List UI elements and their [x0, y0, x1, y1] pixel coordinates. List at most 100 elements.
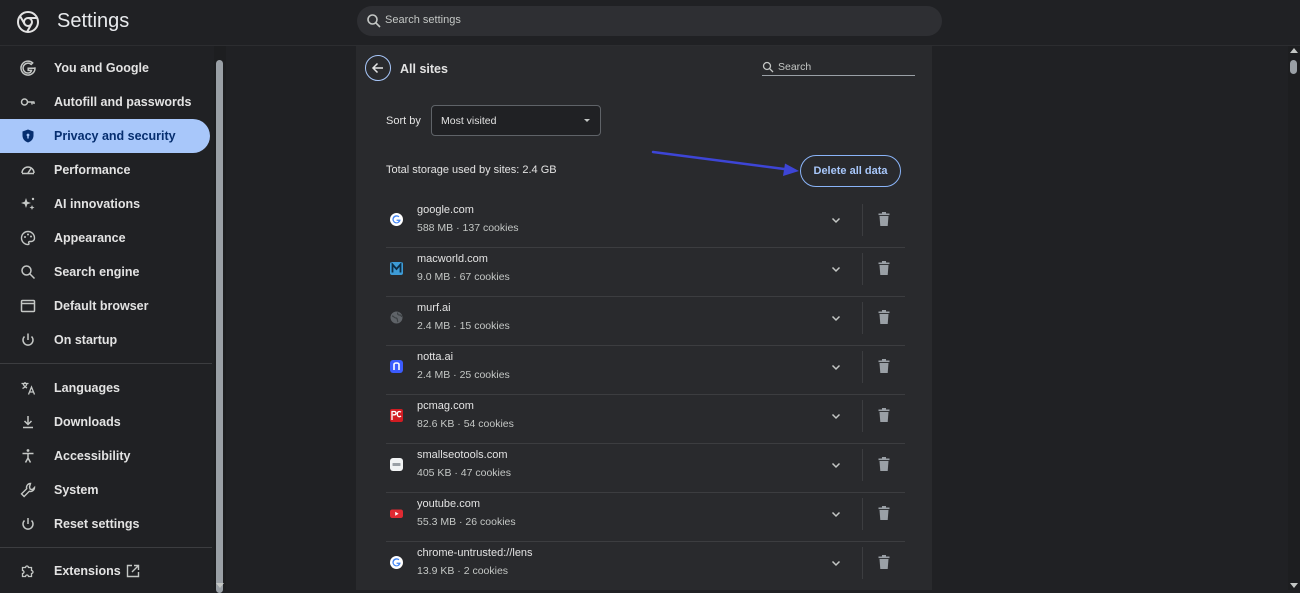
- sidebar-item-privacy[interactable]: Privacy and security: [0, 119, 210, 153]
- notta-favicon: [390, 360, 403, 373]
- chevron-down-icon[interactable]: [830, 508, 842, 520]
- annotation-arrow: [651, 150, 799, 176]
- site-search-input[interactable]: Search: [762, 60, 915, 76]
- page-title: All sites: [400, 62, 448, 76]
- trash-icon[interactable]: [878, 310, 890, 324]
- trash-icon[interactable]: [878, 506, 890, 520]
- sidebar-item-label: You and Google: [54, 61, 149, 75]
- page-scrollbar-thumb[interactable]: [1290, 60, 1297, 74]
- pcmag-favicon: [390, 409, 403, 422]
- sidebar-item-label: Search engine: [54, 265, 140, 279]
- row-separator: [862, 204, 863, 236]
- chevron-down-icon[interactable]: [830, 312, 842, 324]
- chevron-down-icon[interactable]: [830, 410, 842, 422]
- sidebar-scrollbar-thumb[interactable]: [216, 60, 223, 593]
- sidebar-item-label: Downloads: [54, 415, 121, 429]
- trash-icon[interactable]: [878, 212, 890, 226]
- row-separator: [862, 351, 863, 383]
- sidebar-item-label: System: [54, 483, 99, 497]
- reset-icon: [22, 518, 34, 530]
- browser-window-icon: [20, 299, 36, 313]
- macworld-favicon: [390, 262, 403, 275]
- sidebar-item-label: Default browser: [54, 299, 149, 313]
- sidebar-item-downloads[interactable]: Downloads: [0, 405, 210, 439]
- sort-select[interactable]: Most visited: [431, 105, 601, 136]
- row-separator: [862, 400, 863, 432]
- chrome-logo-icon: [17, 11, 39, 33]
- sidebar-item-label: Languages: [54, 381, 120, 395]
- site-usage: 2.4 MB · 25 cookies: [417, 369, 510, 381]
- site-row[interactable]: macworld.com 9.0 MB · 67 cookies: [386, 247, 905, 297]
- sidebar-item-you-and-google[interactable]: You and Google: [0, 51, 210, 85]
- trash-icon[interactable]: [878, 457, 890, 471]
- palette-icon: [20, 230, 36, 246]
- sidebar-item-appearance[interactable]: Appearance: [0, 221, 210, 255]
- sidebar-item-extensions[interactable]: Extensions: [0, 554, 210, 588]
- site-row[interactable]: smallseotools.com 405 KB · 47 cookies: [386, 443, 905, 493]
- sidebar-item-accessibility[interactable]: Accessibility: [0, 439, 210, 473]
- sidebar-divider: [0, 547, 212, 548]
- top-bar: Settings Search settings: [0, 0, 1300, 46]
- power-icon: [22, 333, 34, 346]
- sidebar-item-label: Privacy and security: [54, 129, 176, 143]
- delete-all-data-button[interactable]: Delete all data: [800, 155, 901, 187]
- site-row[interactable]: murf.ai 2.4 MB · 15 cookies: [386, 296, 905, 346]
- trash-icon[interactable]: [878, 261, 890, 275]
- sidebar-item-label: AI innovations: [54, 197, 141, 211]
- sidebar-item-reset-settings[interactable]: Reset settings: [0, 507, 210, 541]
- search-icon: [21, 265, 36, 280]
- site-usage: 405 KB · 47 cookies: [417, 467, 511, 479]
- site-row[interactable]: chrome-untrusted://lens 13.9 KB · 2 cook…: [386, 541, 905, 590]
- sidebar-item-performance[interactable]: Performance: [0, 153, 210, 187]
- external-link-icon: [126, 564, 140, 578]
- chevron-down-icon[interactable]: [830, 214, 842, 226]
- back-button[interactable]: [365, 55, 391, 81]
- site-name: smallseotools.com: [417, 449, 508, 461]
- chevron-down-icon[interactable]: [830, 557, 842, 569]
- trash-icon[interactable]: [878, 408, 890, 422]
- site-name: chrome-untrusted://lens: [417, 547, 533, 559]
- sidebar-item-default-browser[interactable]: Default browser: [0, 289, 210, 323]
- sidebar-divider: [0, 363, 212, 364]
- sort-label: Sort by: [386, 115, 421, 127]
- row-separator: [862, 302, 863, 334]
- sidebar-item-autofill[interactable]: Autofill and passwords: [0, 85, 210, 119]
- sidebar-item-search-engine[interactable]: Search engine: [0, 255, 210, 289]
- site-usage: 588 MB · 137 cookies: [417, 222, 519, 234]
- page-scrollbar[interactable]: [1288, 46, 1300, 590]
- site-usage: 9.0 MB · 67 cookies: [417, 271, 510, 283]
- sidebar-item-on-startup[interactable]: On startup: [0, 323, 210, 357]
- scroll-down-arrow-icon[interactable]: [1290, 583, 1298, 588]
- row-separator: [862, 547, 863, 579]
- sidebar-item-ai-innovations[interactable]: AI innovations: [0, 187, 210, 221]
- site-name: macworld.com: [417, 253, 488, 265]
- site-name: notta.ai: [417, 351, 454, 363]
- globe-favicon: [390, 311, 403, 324]
- sparkle-icon: [21, 197, 35, 210]
- sidebar-scrollbar[interactable]: [214, 46, 226, 593]
- row-separator: [862, 498, 863, 530]
- settings-search-input[interactable]: Search settings: [357, 6, 942, 36]
- sidebar-item-languages[interactable]: Languages: [0, 371, 210, 405]
- site-name: pcmag.com: [417, 400, 474, 412]
- chevron-down-icon[interactable]: [830, 361, 842, 373]
- search-icon: [762, 61, 774, 73]
- chevron-down-icon[interactable]: [830, 263, 842, 275]
- search-placeholder: Search settings: [385, 14, 461, 26]
- smallseotools-favicon: [390, 458, 403, 471]
- dropdown-caret-icon: [584, 119, 590, 122]
- trash-icon[interactable]: [878, 359, 890, 373]
- site-row[interactable]: pcmag.com 82.6 KB · 54 cookies: [386, 394, 905, 444]
- sidebar-item-system[interactable]: System: [0, 473, 210, 507]
- site-usage: 82.6 KB · 54 cookies: [417, 418, 514, 430]
- sidebar-item-label: Performance: [54, 163, 131, 177]
- scroll-up-arrow-icon[interactable]: [1290, 48, 1298, 53]
- site-row[interactable]: notta.ai 2.4 MB · 25 cookies: [386, 345, 905, 395]
- sidebar: You and Google Autofill and passwords Pr…: [0, 46, 214, 590]
- site-row[interactable]: google.com 588 MB · 137 cookies: [386, 198, 905, 248]
- site-row[interactable]: youtube.com 55.3 MB · 26 cookies: [386, 492, 905, 542]
- google-icon: [20, 60, 36, 76]
- scroll-down-arrow-icon[interactable]: [216, 583, 224, 588]
- chevron-down-icon[interactable]: [830, 459, 842, 471]
- trash-icon[interactable]: [878, 555, 890, 569]
